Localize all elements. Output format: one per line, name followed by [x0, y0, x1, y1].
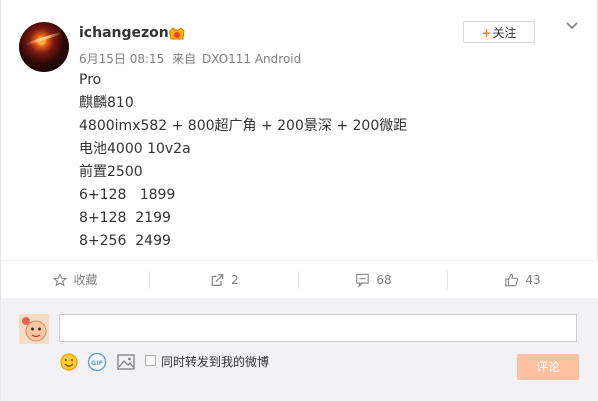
favorite-label: 收藏	[73, 273, 98, 287]
content-line: 8+256 2499	[79, 233, 171, 249]
forward-checkbox[interactable]	[145, 355, 156, 366]
comment-button[interactable]: 68	[299, 261, 448, 298]
content-line: 8+128 2199	[79, 210, 171, 226]
comment-input[interactable]	[59, 314, 577, 342]
author-avatar[interactable]	[19, 22, 69, 72]
repost-count: 2	[231, 272, 239, 287]
chevron-down-icon[interactable]	[564, 18, 580, 34]
like-count: 43	[525, 272, 541, 287]
star-icon	[53, 272, 68, 287]
like-button[interactable]: 43	[448, 261, 597, 298]
comment-icon	[356, 273, 370, 287]
post-date[interactable]: 6月15日 08:15	[79, 52, 164, 66]
weibo-post-card: ichangezone 6月15日 08:15 来自 DXO111 Androi…	[0, 0, 598, 401]
plus-icon: +	[481, 26, 492, 40]
repost-icon	[211, 273, 224, 286]
post-meta: 6月15日 08:15 来自 DXO111 Android	[79, 50, 305, 67]
action-bar: 收藏 2 68 43	[1, 260, 598, 299]
thumbs-up-icon	[505, 273, 519, 286]
gif-label: GIF	[91, 359, 103, 367]
post-source[interactable]: DXO111 Android	[202, 52, 301, 66]
vip-badge-icon[interactable]	[168, 26, 186, 42]
follow-button[interactable]: +关注	[463, 21, 535, 43]
content-line: 电池4000 10v2a	[79, 141, 191, 157]
content-line: 前置2500	[79, 164, 143, 180]
submit-comment-button[interactable]: 评论	[517, 354, 579, 380]
image-icon[interactable]	[116, 352, 136, 372]
content-line: Pro	[79, 72, 102, 88]
forward-label[interactable]: 同时转发到我的微博	[161, 353, 269, 370]
repost-button[interactable]: 2	[150, 261, 299, 298]
follow-label: 关注	[492, 26, 517, 40]
author-name[interactable]: ichangezone	[79, 25, 178, 41]
content-line: 6+128 1899	[79, 187, 176, 203]
content-line: 4800imx582 + 800超广角 + 200景深 + 200微距	[79, 118, 408, 134]
emoji-icon[interactable]	[59, 352, 79, 372]
favorite-button[interactable]: 收藏	[1, 261, 150, 298]
post-content: Pro 麒麟810 4800imx582 + 800超广角 + 200景深 + …	[79, 70, 407, 254]
my-avatar[interactable]	[19, 314, 49, 344]
gif-icon[interactable]: GIF	[87, 352, 107, 372]
source-prefix: 来自	[172, 52, 197, 66]
comment-count: 68	[376, 272, 392, 287]
content-line: 麒麟810	[79, 95, 134, 111]
